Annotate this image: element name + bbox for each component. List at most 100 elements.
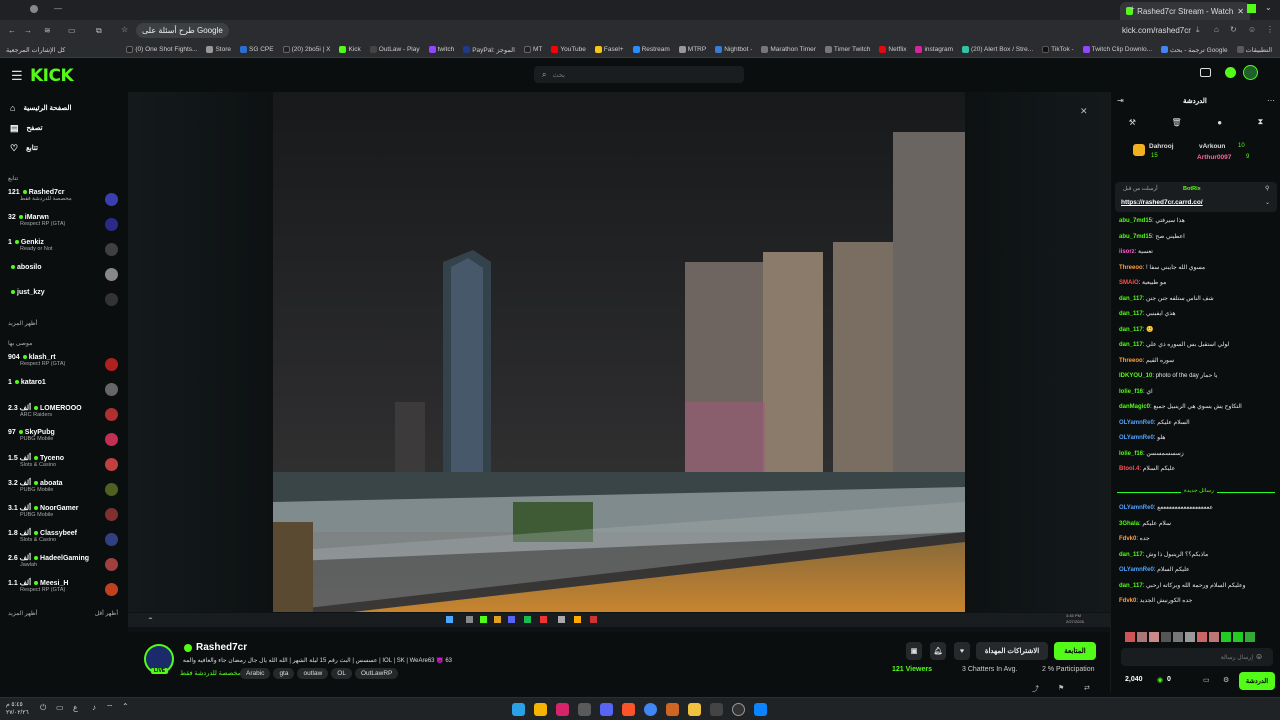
microphone-icon[interactable]: ♪ <box>92 703 96 712</box>
emote-icon[interactable] <box>1233 632 1243 642</box>
nav-following[interactable]: ♡ تتابع <box>0 138 128 158</box>
wifi-icon[interactable]: ⌔ <box>106 703 114 713</box>
stream-category[interactable]: مخصصة للدردشة فقط <box>180 669 241 677</box>
tab-menu-icon[interactable]: ⌄ <box>1265 3 1272 12</box>
close-tab-icon[interactable]: ✕ <box>1237 7 1244 16</box>
timer-icon[interactable]: ⧗ <box>1258 117 1264 127</box>
bookmark-17[interactable]: Kick <box>339 46 361 53</box>
chat-bubble-icon[interactable]: ● <box>1217 118 1222 127</box>
chat-username[interactable]: Fdvk0 <box>1119 536 1136 542</box>
bookmark-5[interactable]: Netflix <box>879 46 906 53</box>
chat-input[interactable]: إرسال رسالة <box>1121 648 1273 666</box>
chat-username[interactable]: OLYamnRe0 <box>1119 420 1154 426</box>
profile-icon[interactable]: ☺ <box>1248 25 1256 34</box>
all-bookmarks[interactable]: كل الإشارات المرجعية <box>6 46 65 54</box>
bookmark-9[interactable]: MTRP <box>678 46 706 53</box>
show-more-following[interactable]: أظهر المزيد <box>0 317 128 331</box>
minimize-icon[interactable]: — <box>54 4 62 13</box>
language-indicator[interactable]: ع <box>73 703 78 712</box>
chat-username[interactable]: SMAiO <box>1119 280 1139 286</box>
pinned-link[interactable]: https://rashed7cr.carrd.co/ <box>1121 199 1203 206</box>
kick-logo[interactable]: KICK <box>30 66 74 86</box>
browser-menu-icon[interactable]: ⋮ <box>1266 25 1274 34</box>
adobe-icon-2[interactable] <box>666 703 679 716</box>
gifter-2-name[interactable]: vArkoun <box>1199 143 1225 150</box>
bookmark-11[interactable]: Fasel+ <box>594 46 624 53</box>
following-channel[interactable]: 1 Genkiz Ready or Not <box>0 239 128 261</box>
hamburger-menu-icon[interactable]: ☰ <box>11 68 23 84</box>
bookmark-19[interactable]: SG CPE <box>240 46 274 53</box>
show-less-recommended[interactable]: أظهر أقل <box>87 607 118 621</box>
collapse-chat-icon[interactable]: ⇥ <box>1117 96 1124 105</box>
tray-chevron-icon[interactable]: ⌃ <box>122 702 129 711</box>
bookmark-12[interactable]: YouTube <box>551 46 586 53</box>
sidebar-toggle-icon[interactable]: ▭ <box>68 26 76 35</box>
chat-menu-icon[interactable]: ⋯ <box>1267 96 1275 105</box>
bookmark-star-icon[interactable]: ☆ <box>121 25 128 34</box>
chat-username[interactable]: lolie_f16 <box>1119 389 1143 395</box>
chat-username[interactable]: abu_7md15 <box>1119 234 1152 240</box>
emote-icon[interactable] <box>1209 632 1219 642</box>
adobe-icon[interactable] <box>556 703 569 716</box>
emote-icon[interactable] <box>1149 632 1159 642</box>
bookmark-0[interactable]: ترجمة - بحث Google <box>1161 46 1228 54</box>
chat-username[interactable]: Threeoo <box>1119 265 1143 271</box>
apps-bookmark[interactable]: التطبيقات <box>1236 46 1272 54</box>
following-channel[interactable]: abosilo <box>0 264 128 286</box>
chat-username[interactable]: Threeoo <box>1119 358 1143 364</box>
mod-tools-icon[interactable]: ⚒ <box>1129 118 1136 127</box>
send-chat-button[interactable]: الدردشة <box>1239 672 1275 690</box>
bookmark-2[interactable]: TikTok - <box>1042 46 1074 53</box>
trash-icon[interactable]: 🗑︎ <box>1171 118 1181 127</box>
share-icon[interactable]: ⤴ <box>1032 684 1039 694</box>
bookmark-14[interactable]: PayPal: الموجز <box>463 46 515 54</box>
chat-username[interactable]: IDKYOU_10 <box>1119 373 1152 379</box>
kick-points-icon[interactable] <box>1225 67 1236 78</box>
recommended-channel[interactable]: 3.2 ألف aboata PUBG Mobile <box>0 479 128 501</box>
inbox-icon[interactable] <box>1200 68 1211 77</box>
tag-pill[interactable]: OL <box>331 668 352 679</box>
emoji-icon[interactable]: ☺ <box>1255 652 1263 661</box>
app-icon[interactable] <box>578 703 591 716</box>
notification-icon[interactable]: ⏻ <box>40 703 46 713</box>
follow-button[interactable]: المتابعة <box>1054 642 1096 660</box>
chat-username[interactable]: OLYamnRe0 <box>1119 567 1154 573</box>
refresh-icon[interactable]: ↻ <box>1230 25 1237 34</box>
tag-pill[interactable]: outlaw <box>297 668 329 679</box>
copy-icon[interactable]: ⧉ <box>96 26 102 36</box>
emote-icon[interactable] <box>1185 632 1195 642</box>
chat-username[interactable]: 3Ghala <box>1119 521 1139 527</box>
recommended-channel[interactable]: 2.3 ألف LOMEROOO ARC Raiders <box>0 404 128 426</box>
xbox-icon[interactable] <box>710 703 723 716</box>
streamer-name[interactable]: Rashed7cr <box>196 642 247 653</box>
chrome-icon[interactable] <box>644 703 657 716</box>
chat-username[interactable]: dan_117 <box>1119 583 1143 589</box>
bookmark-8[interactable]: Nightbot - <box>715 46 752 53</box>
chat-username[interactable]: lolie_f16 <box>1119 451 1143 457</box>
google-ask-chip[interactable]: طرح أسئلة على Google <box>136 23 229 38</box>
chat-username[interactable]: iisorz <box>1119 249 1135 255</box>
file-explorer-icon[interactable] <box>688 703 701 716</box>
brave-icon[interactable] <box>622 703 635 716</box>
chat-username[interactable]: dan_117 <box>1119 296 1143 302</box>
chat-bubble-small-icon[interactable]: ▭ <box>1203 676 1210 684</box>
pinned-message[interactable]: أرسلت من قبل BotRix ⚲ https://rashed7cr.… <box>1115 182 1277 212</box>
following-channel[interactable]: 32 iMarwn Respect RP (GTA) <box>0 214 128 236</box>
emote-icon[interactable] <box>1221 632 1231 642</box>
report-icon[interactable]: ⚑ <box>1058 684 1064 692</box>
nav-home[interactable]: ⌂ الصفحة الرئيسية <box>0 98 128 118</box>
bookmark-1[interactable]: Twitch Clip Downlo... <box>1082 46 1152 53</box>
bookmark-6[interactable]: Timer Twitch <box>824 46 870 53</box>
obs-icon[interactable] <box>732 703 745 716</box>
more-icon[interactable]: ⇄ <box>1084 684 1090 692</box>
recommended-channel[interactable]: 1.8 ألف Classybeef Slots & Casino <box>0 529 128 551</box>
chat-username[interactable]: OLYamnRe0 <box>1119 505 1154 511</box>
bookmark-18[interactable]: (20) 2bo5i | X <box>282 46 330 53</box>
chat-username[interactable]: dan_117 <box>1119 342 1143 348</box>
new-tab-icon[interactable]: + <box>1130 4 1135 13</box>
bookmark-7[interactable]: Marathon Timer <box>761 46 816 53</box>
chat-username[interactable]: dan_117 <box>1119 327 1143 333</box>
clip-button[interactable]: ▣ <box>906 642 922 660</box>
chat-username[interactable]: dan_117 <box>1119 552 1143 558</box>
install-icon[interactable]: ⤓ <box>1196 25 1200 35</box>
